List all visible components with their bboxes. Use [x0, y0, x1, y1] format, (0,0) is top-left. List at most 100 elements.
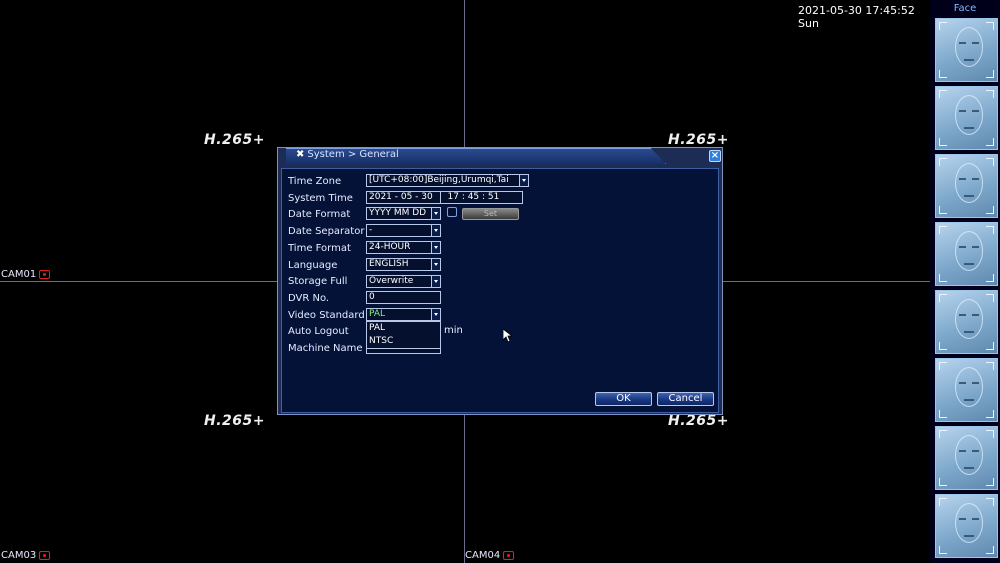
- chevron-down-icon: [431, 259, 440, 270]
- auto-logout-unit: min: [444, 325, 463, 336]
- date-separator-value: -: [369, 225, 373, 235]
- face-thumbnail[interactable]: [935, 86, 998, 150]
- eye-icon: [972, 314, 979, 316]
- row-storage-full: Storage Full: [288, 274, 368, 289]
- frame-corner: [986, 274, 994, 282]
- camera-label-cam01[interactable]: CAM01: [1, 269, 51, 280]
- face-outline-icon: [955, 435, 983, 475]
- face-thumbnail[interactable]: [935, 18, 998, 82]
- codec-label-cam03: H.265+: [204, 413, 265, 429]
- row-date-separator: Date Separator: [288, 224, 368, 239]
- date-format-checkbox[interactable]: [447, 207, 457, 217]
- eye-icon: [959, 314, 966, 316]
- frame-corner: [939, 138, 947, 146]
- close-button[interactable]: ×: [709, 150, 721, 162]
- row-time-format: Time Format: [288, 241, 368, 256]
- face-outline-icon: [955, 299, 983, 339]
- eye-icon: [972, 42, 979, 44]
- camera-label-cam03[interactable]: CAM03: [1, 550, 51, 561]
- mouth-icon: [964, 127, 974, 129]
- codec-label-cam04: H.265+: [668, 413, 729, 429]
- row-dvr-no: DVR No.: [288, 291, 368, 306]
- set-button[interactable]: Set: [462, 208, 519, 220]
- date-separator-select[interactable]: -: [366, 224, 441, 237]
- codec-label-cam01: H.265+: [204, 132, 265, 148]
- face-outline-icon: [955, 95, 983, 135]
- face-thumbnail[interactable]: [935, 358, 998, 422]
- mouth-icon: [964, 331, 974, 333]
- ok-button[interactable]: OK: [595, 392, 652, 406]
- frame-corner: [939, 498, 947, 506]
- frame-corner: [986, 362, 994, 370]
- row-system-time: System Time: [288, 191, 368, 206]
- row-date-format: Date Format: [288, 207, 368, 222]
- frame-corner: [939, 206, 947, 214]
- language-select[interactable]: ENGLISH: [366, 258, 441, 271]
- video-standard-select[interactable]: PAL: [366, 308, 441, 321]
- frame-corner: [986, 498, 994, 506]
- storage-full-select[interactable]: Overwrite: [366, 275, 441, 288]
- dialog-title: ✖ System > General: [296, 149, 399, 160]
- mouth-icon: [964, 195, 974, 197]
- date-format-label: Date Format: [288, 209, 351, 220]
- frame-corner: [939, 362, 947, 370]
- face-thumbnail[interactable]: [935, 154, 998, 218]
- system-time-field[interactable]: 2021 - 05 - 30 17 : 45 : 51: [366, 191, 523, 204]
- time-format-select[interactable]: 24-HOUR: [366, 241, 441, 254]
- frame-corner: [939, 294, 947, 302]
- time-zone-select[interactable]: [UTC+08:00]Beijing,Urumqi,Tai: [366, 174, 529, 187]
- eye-icon: [972, 382, 979, 384]
- face-outline-icon: [955, 27, 983, 67]
- frame-corner: [939, 90, 947, 98]
- eye-icon: [972, 450, 979, 452]
- machine-name-label: Machine Name: [288, 343, 363, 354]
- dvr-no-input[interactable]: 0: [366, 291, 441, 304]
- row-time-zone: Time Zone: [288, 174, 368, 189]
- camera-label-cam04[interactable]: CAM04: [465, 550, 515, 561]
- system-date-value: 2021 - 05 - 30: [369, 192, 433, 202]
- frame-corner: [939, 342, 947, 350]
- dialog-header: ✖ System > General ×: [278, 148, 724, 164]
- face-outline-icon: [955, 231, 983, 271]
- date-format-select[interactable]: YYYY MM DD: [366, 207, 441, 220]
- face-outline-icon: [955, 367, 983, 407]
- face-thumbnail[interactable]: [935, 222, 998, 286]
- date-format-value: YYYY MM DD: [369, 208, 427, 218]
- dropdown-option-pal[interactable]: PAL: [367, 322, 440, 335]
- eye-icon: [959, 246, 966, 248]
- record-icon: [503, 551, 515, 560]
- chevron-down-icon: [519, 175, 528, 186]
- face-panel: Face: [930, 0, 1000, 563]
- tools-icon: ✖: [296, 149, 305, 160]
- mouth-icon: [964, 535, 974, 537]
- codec-label-cam02: H.265+: [668, 132, 729, 148]
- face-thumbnail[interactable]: [935, 426, 998, 490]
- cancel-button[interactable]: Cancel: [657, 392, 714, 406]
- time-format-label: Time Format: [288, 243, 351, 254]
- time-zone-label: Time Zone: [288, 176, 342, 187]
- face-outline-icon: [955, 163, 983, 203]
- chevron-down-icon: [431, 208, 440, 219]
- dialog-title-text: System > General: [307, 149, 399, 160]
- face-outline-icon: [955, 503, 983, 543]
- eye-icon: [959, 382, 966, 384]
- frame-corner: [986, 430, 994, 438]
- auto-logout-label: Auto Logout: [288, 326, 349, 337]
- frame-corner: [986, 546, 994, 554]
- eye-icon: [972, 110, 979, 112]
- row-video-standard: Video Standard: [288, 308, 368, 323]
- mouth-icon: [964, 399, 974, 401]
- dropdown-option-ntsc[interactable]: NTSC: [367, 335, 440, 348]
- chevron-down-icon: [431, 276, 440, 287]
- frame-corner: [986, 410, 994, 418]
- dvr-no-label: DVR No.: [288, 293, 330, 304]
- row-language: Language: [288, 258, 368, 273]
- face-thumbnail[interactable]: [935, 290, 998, 354]
- field-separator: [439, 192, 441, 203]
- frame-corner: [939, 430, 947, 438]
- row-auto-logout: Auto Logout: [288, 324, 368, 339]
- eye-icon: [959, 110, 966, 112]
- face-thumbnail[interactable]: [935, 494, 998, 558]
- chevron-down-icon: [431, 225, 440, 236]
- record-icon: [39, 551, 51, 560]
